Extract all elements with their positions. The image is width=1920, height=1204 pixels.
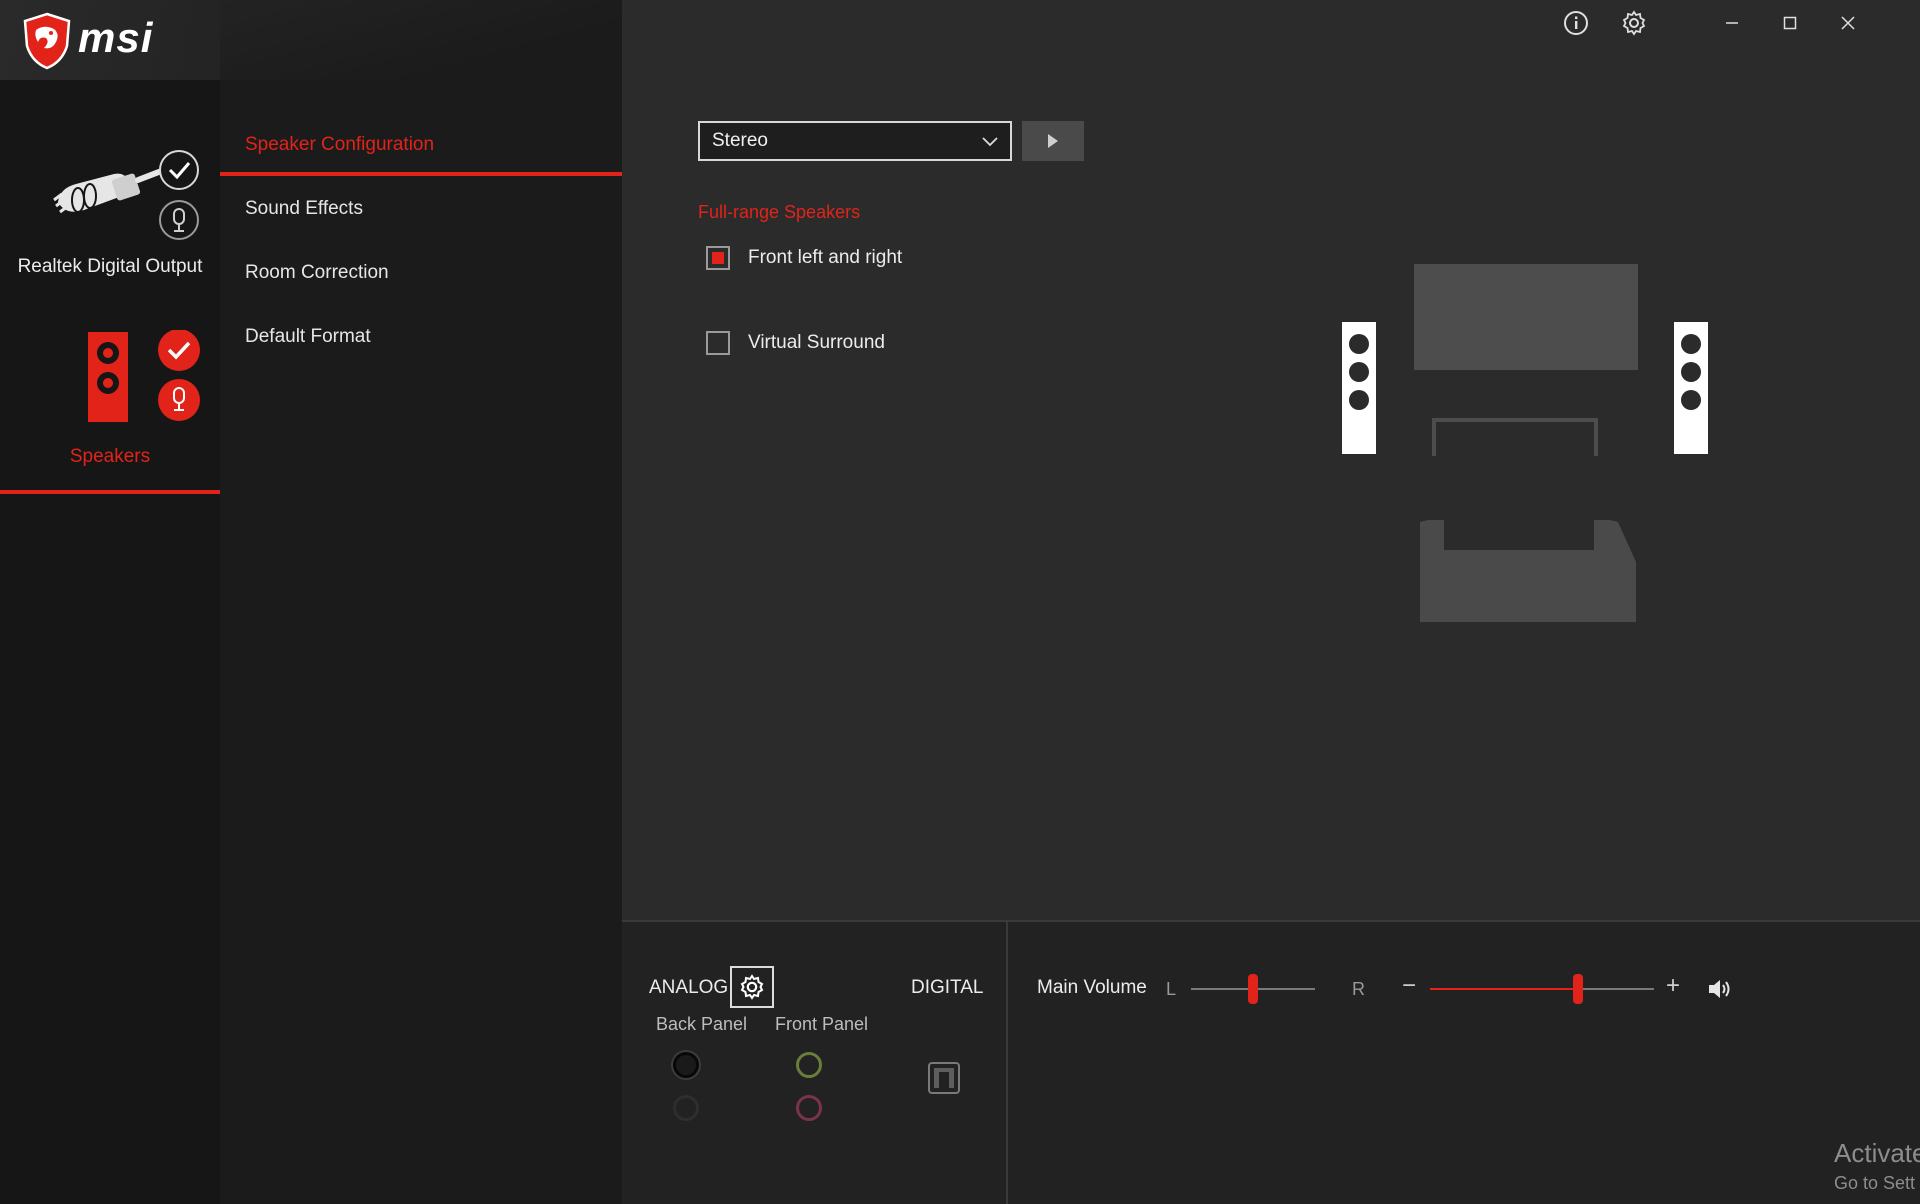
- device-active-indicator: [0, 490, 220, 494]
- front-panel-label: Front Panel: [775, 1014, 869, 1034]
- digital-label: DIGITAL: [911, 977, 984, 998]
- speaker-placement-diagram: [1342, 264, 1708, 622]
- volume-slider-fill: [1430, 988, 1578, 990]
- speaker-config-value: Stereo: [712, 130, 768, 151]
- back-panel-jack-grey[interactable]: [673, 1095, 699, 1121]
- info-button[interactable]: [1560, 8, 1592, 38]
- speaker-volume-icon[interactable]: [1706, 975, 1734, 1003]
- activation-watermark: Activate Go to Sett: [1834, 1138, 1920, 1194]
- balance-slider-thumb[interactable]: [1248, 974, 1258, 1004]
- speaker-config-select[interactable]: Stereo: [698, 121, 1012, 161]
- info-icon: [1564, 11, 1588, 35]
- volume-slider-thumb[interactable]: [1572, 974, 1583, 1004]
- maximize-button[interactable]: [1774, 8, 1806, 38]
- jack-panel: ANALOG DIGITAL Back Panel Front Panel: [622, 922, 1008, 1204]
- virtual-surround-option[interactable]: Virtual Surround: [706, 331, 885, 355]
- speaker-icon: [88, 330, 200, 422]
- watermark-line-1: Activate: [1834, 1138, 1920, 1168]
- back-panel-label: Back Panel: [656, 1014, 748, 1034]
- front-panel-jack-green[interactable]: [796, 1052, 822, 1078]
- main-panel: Stereo Full-range Speakers Front left an…: [622, 0, 1920, 920]
- header-gradient: [220, 0, 622, 80]
- settings-icon: [1622, 10, 1646, 36]
- digital-cable-icon: [53, 150, 199, 240]
- volume-increase-button[interactable]: +: [1666, 972, 1680, 1000]
- front-right-speaker-icon[interactable]: [1674, 322, 1708, 454]
- tv-screen-icon: [1414, 264, 1638, 370]
- checkbox-label: Front left and right: [748, 247, 903, 268]
- balance-right-label: R: [1352, 979, 1365, 999]
- chevron-down-icon: [982, 137, 998, 147]
- gear-icon: [740, 974, 764, 1000]
- volume-panel: Main Volume L R − +: [1008, 922, 1920, 1204]
- virtual-surround-checkbox[interactable]: [706, 331, 730, 355]
- main-volume-label: Main Volume: [1037, 977, 1147, 998]
- device-speakers[interactable]: Speakers: [0, 320, 220, 495]
- close-icon: [1841, 16, 1855, 30]
- table-icon: [1432, 418, 1598, 456]
- minimize-icon: [1726, 22, 1738, 24]
- sofa-icon: [1420, 520, 1636, 622]
- balance-left-label: L: [1166, 979, 1177, 999]
- analog-settings-button[interactable]: [730, 966, 774, 1008]
- analog-label: ANALOG: [649, 977, 729, 998]
- close-button[interactable]: [1832, 8, 1864, 38]
- nav-room-correction[interactable]: Room Correction: [245, 262, 389, 284]
- nav-default-format[interactable]: Default Format: [245, 326, 371, 348]
- nav-active-indicator: [220, 172, 622, 176]
- test-play-button[interactable]: [1022, 121, 1084, 161]
- front-left-right-option[interactable]: Front left and right: [706, 246, 902, 270]
- play-icon: [1048, 134, 1058, 148]
- watermark-line-2: Go to Sett: [1834, 1173, 1916, 1193]
- front-left-right-checkbox[interactable]: [706, 246, 730, 270]
- front-left-speaker-icon[interactable]: [1342, 322, 1376, 454]
- nav-speaker-configuration[interactable]: Speaker Configuration: [245, 134, 434, 156]
- msi-dragon-shield-icon: [23, 12, 71, 70]
- msi-logo-wordmark: msi: [78, 14, 154, 61]
- front-panel-jack-pink[interactable]: [796, 1095, 822, 1121]
- minimize-button[interactable]: [1716, 8, 1748, 38]
- window-controls: [1560, 0, 1920, 46]
- back-panel-jack-black[interactable]: [673, 1052, 699, 1078]
- volume-decrease-button[interactable]: −: [1402, 972, 1416, 1000]
- bottom-bar: ANALOG DIGITAL Back Panel Front Panel Ma…: [622, 920, 1920, 1204]
- settings-button[interactable]: [1618, 8, 1650, 38]
- device-label: Speakers: [69, 446, 151, 467]
- spdif-port-icon[interactable]: [928, 1062, 960, 1094]
- checkbox-checked-fill: [712, 252, 724, 264]
- nav-sound-effects[interactable]: Sound Effects: [245, 198, 363, 220]
- device-label: Realtek Digital Output: [17, 256, 203, 277]
- section-nav: Speaker Configuration Sound Effects Room…: [220, 80, 622, 1204]
- full-range-speakers-heading: Full-range Speakers: [698, 202, 861, 222]
- maximize-icon: [1783, 16, 1797, 30]
- device-digital-output[interactable]: Realtek Digital Output: [0, 130, 220, 290]
- checkbox-label: Virtual Surround: [748, 332, 885, 353]
